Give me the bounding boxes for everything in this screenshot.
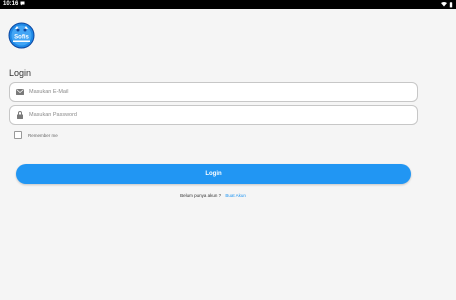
chat-bubble-icon [20, 1, 25, 8]
email-field[interactable] [9, 82, 418, 102]
app-logo: Sofis [8, 22, 35, 49]
logo-text: Sofis [14, 35, 29, 41]
status-icons [441, 0, 453, 9]
mail-icon [15, 87, 25, 97]
remember-checkbox[interactable] [14, 131, 22, 139]
signup-prompt-line: Belum punya akun ? Buat Akun [0, 193, 426, 198]
page-title: Login [9, 68, 32, 78]
status-time: 10:16 [3, 1, 19, 7]
lock-icon [15, 110, 25, 120]
signup-prompt: Belum punya akun ? [180, 193, 222, 198]
password-input[interactable] [29, 112, 409, 118]
password-field[interactable] [9, 105, 418, 125]
battery-icon [449, 1, 453, 7]
remember-me[interactable]: Remember me [14, 131, 58, 139]
login-button[interactable]: Login [16, 164, 411, 184]
wifi-icon [441, 2, 447, 7]
email-input[interactable] [29, 89, 409, 95]
remember-label: Remember me [28, 132, 58, 138]
status-bar: 10:16 [0, 0, 456, 9]
create-account-link[interactable]: Buat Akun [225, 193, 246, 198]
